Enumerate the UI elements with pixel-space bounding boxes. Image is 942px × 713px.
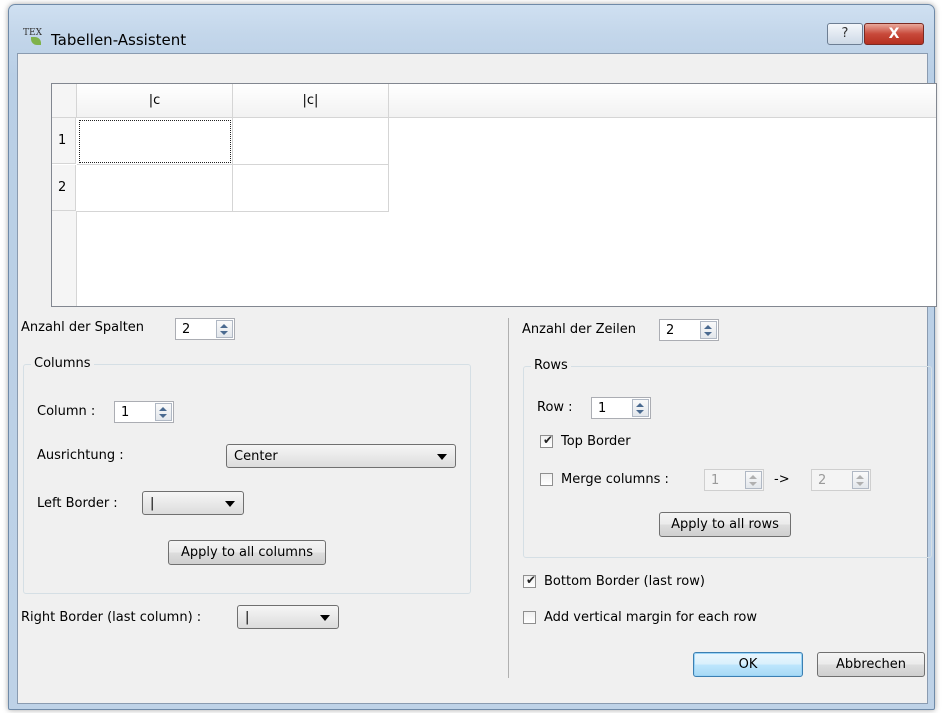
checkmark-icon: ✔ xyxy=(543,433,554,447)
spin-arrows-icon[interactable] xyxy=(216,320,233,338)
row-index-spinbox[interactable]: 1 xyxy=(591,397,651,419)
row-count-value: 2 xyxy=(666,323,675,338)
row-header-2[interactable]: 2 xyxy=(52,165,76,211)
column-header-1[interactable]: |c xyxy=(77,84,233,118)
row-header-filler xyxy=(52,211,77,306)
left-border-dropdown[interactable]: | xyxy=(142,491,244,515)
row-index-value: 1 xyxy=(598,401,607,416)
row-header-1[interactable]: 1 xyxy=(52,118,76,164)
alignment-dropdown[interactable]: Center xyxy=(226,444,456,468)
column-header-2[interactable]: |c| xyxy=(233,84,389,118)
apply-to-all-rows-button[interactable]: Apply to all rows xyxy=(659,512,791,537)
cancel-button[interactable]: Abbrechen xyxy=(817,652,925,677)
spin-arrows-icon[interactable] xyxy=(632,399,649,417)
top-border-checkbox[interactable]: ✔ xyxy=(540,433,554,448)
merge-columns-label: Merge columns : xyxy=(561,472,669,487)
spin-arrows-icon[interactable] xyxy=(155,403,172,421)
table-preview-grid[interactable]: |c |c| 1 2 xyxy=(51,83,937,307)
left-border-value: | xyxy=(150,496,155,511)
column-header-filler xyxy=(389,84,936,118)
table-cell-r1c2[interactable] xyxy=(233,118,389,165)
bottom-border-label: Bottom Border (last row) xyxy=(544,574,705,589)
right-border-label: Right Border (last column) : xyxy=(21,610,202,625)
title-bar[interactable]: TEX Tabellen-Assistent ? X xyxy=(9,5,934,49)
column-count-label: Anzahl der Spalten xyxy=(21,320,145,335)
window-title: Tabellen-Assistent xyxy=(51,31,187,49)
chevron-down-icon xyxy=(320,615,330,621)
close-button[interactable]: X xyxy=(864,23,924,45)
checkmark-icon: ✔ xyxy=(526,573,537,587)
right-border-dropdown[interactable]: | xyxy=(237,605,339,629)
chevron-down-icon xyxy=(225,501,235,507)
column-count-value: 2 xyxy=(182,322,191,337)
merge-from-value: 1 xyxy=(711,473,720,488)
vertical-margin-checkbox[interactable] xyxy=(523,611,536,624)
apply-to-all-columns-button[interactable]: Apply to all columns xyxy=(168,540,326,565)
rows-group-title: Rows xyxy=(531,358,571,373)
table-cell-r1c1[interactable] xyxy=(77,118,233,165)
alignment-label: Ausrichtung : xyxy=(37,448,124,463)
vertical-separator xyxy=(508,318,509,678)
left-border-label: Left Border : xyxy=(37,496,118,511)
row-count-spinbox[interactable]: 2 xyxy=(659,319,719,341)
column-index-value: 1 xyxy=(121,405,130,420)
texstudio-app-icon: TEX xyxy=(23,28,43,46)
merge-to-spinbox[interactable]: 2 xyxy=(811,469,871,491)
spin-arrows-icon[interactable] xyxy=(700,321,717,339)
column-count-spinbox[interactable]: 2 xyxy=(175,318,235,340)
column-label: Column : xyxy=(37,404,96,419)
merge-arrow-label: -> xyxy=(774,472,790,487)
right-border-value: | xyxy=(245,610,250,625)
alignment-value: Center xyxy=(234,449,278,464)
vertical-margin-label: Add vertical margin for each row xyxy=(544,610,758,625)
ok-button[interactable]: OK xyxy=(693,652,803,677)
help-button[interactable]: ? xyxy=(827,23,863,45)
dialog-client-area: |c |c| 1 2 Anzahl der Spalten 2 Columns … xyxy=(17,53,937,704)
row-label: Row : xyxy=(537,400,573,415)
chevron-down-icon xyxy=(437,454,447,460)
grid-corner[interactable] xyxy=(52,84,77,118)
row-count-label: Anzahl der Zeilen xyxy=(522,322,636,337)
column-index-spinbox[interactable]: 1 xyxy=(114,401,174,423)
table-cell-r2c2[interactable] xyxy=(233,165,389,212)
merge-from-spinbox[interactable]: 1 xyxy=(704,469,764,491)
spin-arrows-icon[interactable] xyxy=(852,471,869,489)
table-cell-r2c1[interactable] xyxy=(77,165,233,212)
merge-to-value: 2 xyxy=(818,473,827,488)
top-border-label: Top Border xyxy=(561,434,631,449)
columns-group-title: Columns xyxy=(31,356,94,371)
merge-columns-checkbox[interactable] xyxy=(540,473,553,486)
bottom-border-checkbox[interactable]: ✔ xyxy=(523,573,537,588)
dialog-window: TEX Tabellen-Assistent ? X |c |c| 1 2 An… xyxy=(8,4,937,710)
spin-arrows-icon[interactable] xyxy=(745,471,762,489)
